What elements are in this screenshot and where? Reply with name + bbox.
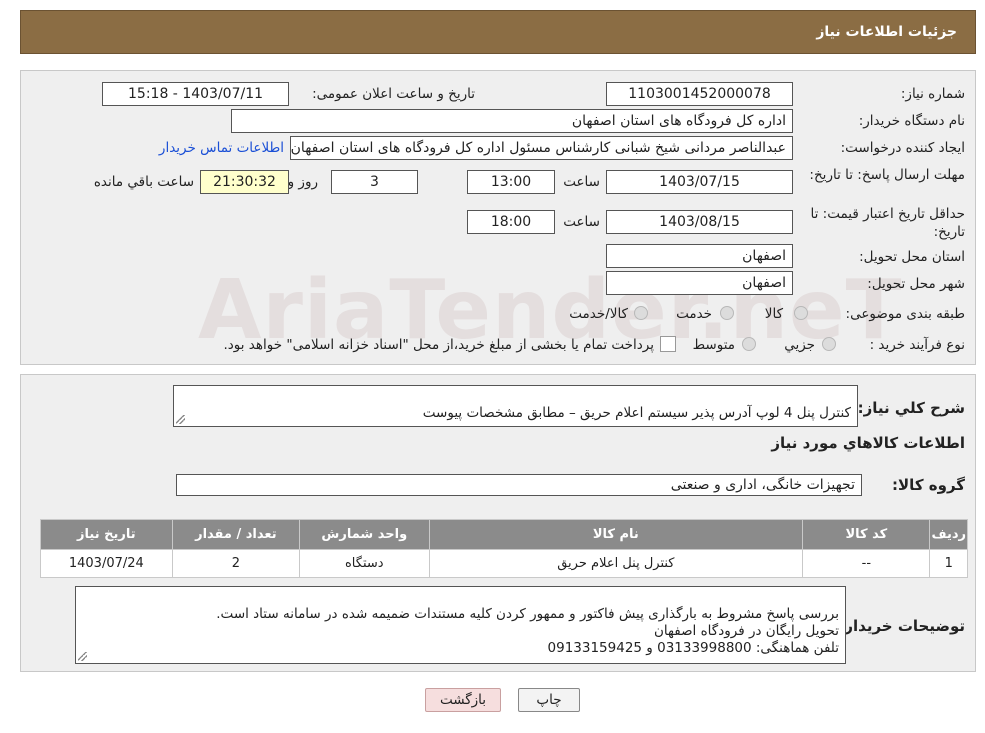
province-label: استان محل تحویل: [859, 249, 965, 265]
treasury-note: پرداخت تمام یا بخشی از مبلغ خرید،از محل … [223, 337, 654, 353]
city-field: اصفهان [606, 271, 793, 295]
process-option-minor: جزيي [784, 337, 815, 353]
category-radio-goods[interactable] [794, 306, 808, 320]
need-number-field: 1103001452000078 [606, 82, 793, 106]
purchase-process-label: نوع فرآیند خرید : [869, 337, 965, 353]
col-quantity: تعداد / مقدار [171, 519, 301, 550]
validity-time-label: ساعت [563, 214, 600, 230]
category-label: طبقه بندی موضوعی: [845, 306, 965, 322]
treasury-checkbox[interactable] [660, 336, 676, 352]
price-validity-label: حداقل تاریخ اعتبار قیمت: تا تاریخ: [810, 206, 965, 240]
goods-group-label: گروه كالا: [892, 476, 965, 494]
summary-textarea[interactable]: کنترل پنل 4 لوپ آدرس پذیر سیستم اعلام حر… [173, 385, 858, 427]
back-button[interactable]: بازگشت [425, 688, 501, 712]
need-number-label: شماره نیاز: [900, 86, 965, 102]
process-radio-medium[interactable] [742, 337, 756, 351]
category-option-goods: کالا [764, 306, 783, 322]
col-row-number: رديف [929, 519, 968, 550]
validity-date-field: 1403/08/15 [606, 210, 793, 234]
buyer-contact-link[interactable]: اطلاعات تماس خریدار [159, 140, 284, 156]
col-item-name: نام كالا [428, 519, 804, 550]
buyer-notes-text: بررسی پاسخ مشروط به بارگذاری پیش فاکتور … [216, 606, 839, 656]
items-table-header: رديف كد كالا نام كالا واحد شمارش تعداد /… [40, 519, 968, 550]
cell-need-date: 1403/07/24 [40, 549, 173, 578]
remaining-time-field: 21:30:32 [200, 170, 289, 194]
announce-datetime-field: 1403/07/11 - 15:18 [102, 82, 289, 106]
remaining-days-field: 3 [331, 170, 418, 194]
table-row: 1 -- کنترل پنل اعلام حریق دستگاه 2 1403/… [40, 549, 968, 578]
summary-text: کنترل پنل 4 لوپ آدرس پذیر سیستم اعلام حر… [422, 405, 851, 421]
goods-section-title: اطلاعات كالاهاي مورد نياز [771, 434, 965, 452]
col-item-code: كد كالا [802, 519, 931, 550]
city-label: شهر محل تحویل: [867, 276, 965, 292]
col-unit: واحد شمارش [299, 519, 430, 550]
province-field: اصفهان [606, 244, 793, 268]
buyer-notes-label: توضیحات خریدار: [838, 617, 965, 635]
cell-unit: دستگاه [299, 549, 430, 578]
buyer-org-field: اداره کل فرودگاه های استان اصفهان [231, 109, 793, 133]
col-need-date: تاريخ نياز [40, 519, 173, 550]
resize-grip-icon[interactable] [78, 652, 87, 661]
deadline-date-field: 1403/07/15 [606, 170, 793, 194]
creator-field: عبدالناصر مردانی شیخ شبانی کارشناس مسئول… [290, 136, 793, 160]
goods-group-field: تجهیزات خانگی، اداری و صنعتی [176, 474, 862, 496]
cell-item-name: کنترل پنل اعلام حریق [428, 549, 804, 578]
announce-datetime-label: تاریخ و ساعت اعلان عمومی: [312, 86, 475, 102]
days-label: روز و [287, 174, 318, 190]
print-button[interactable]: چاپ [518, 688, 580, 712]
remaining-time-label: ساعت باقي مانده [93, 174, 194, 190]
validity-time-field: 18:00 [467, 210, 555, 234]
items-table: رديف كد كالا نام كالا واحد شمارش تعداد /… [40, 519, 968, 578]
category-radio-goods-service[interactable] [634, 306, 648, 320]
process-radio-minor[interactable] [822, 337, 836, 351]
buyer-org-label: نام دستگاه خریدار: [858, 113, 965, 129]
deadline-time-field: 13:00 [467, 170, 555, 194]
process-option-medium: متوسط [692, 337, 735, 353]
cell-item-code: -- [802, 549, 931, 578]
buyer-notes-textarea[interactable]: بررسی پاسخ مشروط به بارگذاری پیش فاکتور … [75, 586, 846, 664]
resize-grip-icon[interactable] [176, 415, 185, 424]
page-title: جزئیات اطلاعات نیاز [816, 24, 957, 40]
cell-row-number: 1 [929, 549, 968, 578]
items-table-wrapper: رديف كد كالا نام كالا واحد شمارش تعداد /… [40, 519, 968, 578]
category-option-service: خدمت [676, 306, 712, 322]
category-radio-service[interactable] [720, 306, 734, 320]
creator-label: ایجاد کننده درخواست: [840, 140, 965, 156]
cell-quantity: 2 [171, 549, 301, 578]
summary-label: شرح كلي نياز: [857, 399, 965, 417]
page-header: جزئیات اطلاعات نیاز [20, 10, 976, 54]
deadline-time-label: ساعت [563, 174, 600, 190]
deadline-label: مهلت ارسال پاسخ: تا تاریخ: [809, 167, 965, 183]
category-option-goods-service: کالا/خدمت [569, 306, 628, 322]
